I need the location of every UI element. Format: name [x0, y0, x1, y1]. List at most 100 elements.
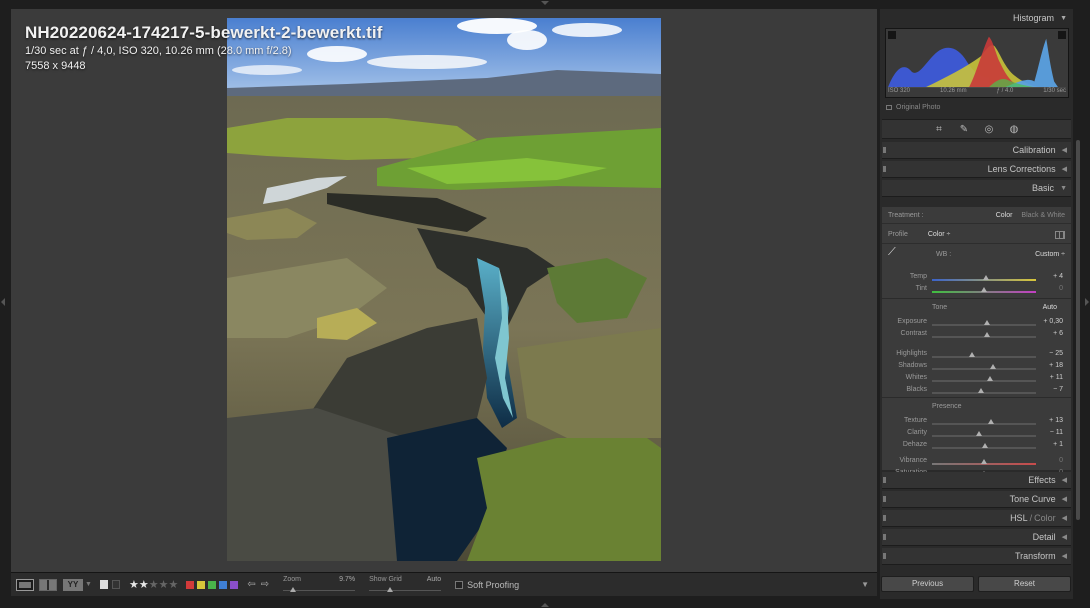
blacks-slider[interactable]: Blacks − 7 [882, 386, 1071, 398]
contrast-knob[interactable] [984, 332, 991, 337]
color-title[interactable]: Color [1034, 513, 1056, 523]
tint-knob[interactable] [981, 287, 987, 292]
shadow-clipping-icon[interactable] [888, 31, 896, 39]
profile-browser-icon[interactable] [1055, 230, 1065, 239]
histogram-header[interactable]: Histogram ▼ [880, 9, 1073, 27]
expand-triangle-icon[interactable]: ◀ [1062, 165, 1067, 173]
highlights-slider[interactable]: Highlights − 25 [882, 350, 1071, 362]
expand-triangle-icon[interactable]: ◀ [1062, 495, 1067, 503]
crop-icon[interactable]: ⌗ [934, 124, 945, 135]
section-toggle-icon[interactable] [883, 534, 886, 540]
section-toggle-icon[interactable] [883, 477, 886, 483]
contrast-value[interactable]: + 6 [1053, 330, 1063, 337]
panel-scrollbar[interactable] [1076, 140, 1080, 520]
exposure-value[interactable]: + 0,30 [1043, 318, 1063, 325]
whites-value[interactable]: + 11 [1050, 374, 1063, 381]
clarity-value[interactable]: − 11 [1050, 429, 1063, 436]
soft-proofing-checkbox[interactable] [455, 580, 464, 589]
shadows-slider[interactable]: Shadows + 18 [882, 362, 1071, 374]
red-eye-icon[interactable]: ◎ [984, 124, 995, 135]
star-icon[interactable]: ★ [129, 579, 139, 591]
flag-pick-icon[interactable] [99, 580, 108, 589]
treatment-bw[interactable]: Black & White [1021, 212, 1065, 219]
masking-icon[interactable]: ◍ [1009, 124, 1020, 135]
texture-track[interactable] [932, 423, 1036, 425]
section-toggle-icon[interactable] [883, 553, 886, 559]
whites-knob[interactable] [987, 376, 994, 381]
collapse-triangle-icon[interactable]: ▼ [1060, 15, 1067, 22]
zoom-slider[interactable]: Zoom 9.7% [283, 574, 356, 596]
section-toggle-icon[interactable] [883, 496, 886, 502]
highlight-clipping-icon[interactable] [1058, 31, 1066, 39]
show-grid-track[interactable] [369, 589, 442, 591]
section-toggle-icon[interactable] [883, 147, 886, 153]
expand-triangle-icon[interactable]: ◀ [1062, 552, 1067, 560]
highlights-track[interactable] [932, 356, 1036, 358]
color-label-swatch[interactable] [219, 580, 228, 589]
hsl-color-section[interactable]: HSL / Color ◀ [882, 510, 1071, 527]
expand-triangle-icon[interactable]: ◀ [1062, 514, 1067, 522]
image-view[interactable]: NH20220624-174217-5-bewerkt-2-bewerkt.ti… [11, 9, 877, 572]
show-grid-knob[interactable] [387, 586, 394, 592]
texture-value[interactable]: + 13 [1049, 417, 1063, 424]
wb-select[interactable]: Custom ÷ [1035, 251, 1065, 258]
hsl-title[interactable]: HSL [1010, 513, 1028, 523]
shadows-track[interactable] [932, 368, 1036, 370]
section-toggle-icon[interactable] [883, 166, 886, 172]
lens-corrections-section[interactable]: Lens Corrections ◀ [882, 161, 1071, 178]
temp-value[interactable]: + 4 [1053, 273, 1063, 280]
previous-button[interactable]: Previous [881, 576, 974, 592]
color-label-swatch[interactable] [186, 580, 195, 589]
blacks-knob[interactable] [977, 388, 984, 393]
zoom-knob[interactable] [289, 586, 296, 592]
bottom-panel-toggle-icon[interactable] [541, 603, 549, 607]
dehaze-value[interactable]: + 1 [1053, 441, 1063, 448]
effects-section[interactable]: Effects ◀ [882, 472, 1071, 489]
temp-knob[interactable] [983, 275, 990, 280]
top-panel-toggle-icon[interactable] [541, 1, 549, 5]
expand-triangle-icon[interactable]: ◀ [1062, 476, 1067, 484]
show-grid-value[interactable]: Auto [427, 576, 441, 583]
arrow-left-icon[interactable]: ⇦ [247, 579, 255, 590]
before-after-icon[interactable] [39, 578, 57, 591]
reset-button[interactable]: Reset [978, 576, 1071, 592]
tone-auto-button[interactable]: Auto [1043, 304, 1057, 311]
section-toggle-icon[interactable] [883, 515, 886, 521]
color-label-swatch[interactable] [208, 580, 217, 589]
healing-brush-icon[interactable]: ✎ [959, 124, 970, 135]
vibrance-slider[interactable]: Vibrance 0 [882, 457, 1071, 469]
tint-slider[interactable]: Tint 0 [882, 285, 1071, 297]
eyedropper-icon[interactable]: ⟋ [888, 246, 904, 262]
tint-value[interactable]: 0 [1059, 285, 1063, 292]
detail-section[interactable]: Detail ◀ [882, 529, 1071, 546]
transform-section[interactable]: Transform ◀ [882, 548, 1071, 565]
tone-curve-section[interactable]: Tone Curve ◀ [882, 491, 1071, 508]
loupe-view-icon[interactable] [16, 578, 34, 591]
photo-preview[interactable] [227, 18, 661, 561]
expand-triangle-icon[interactable]: ◀ [1062, 146, 1067, 154]
right-panel-toggle-icon[interactable] [1085, 298, 1089, 306]
color-label-swatch[interactable] [230, 580, 239, 589]
blacks-value[interactable]: − 7 [1053, 386, 1063, 393]
clarity-slider[interactable]: Clarity − 11 [882, 429, 1071, 441]
vibrance-knob[interactable] [981, 459, 987, 464]
expand-triangle-icon[interactable]: ◀ [1062, 533, 1067, 541]
calibration-section[interactable]: Calibration ◀ [882, 142, 1071, 159]
star-icon[interactable]: ★ [149, 579, 159, 591]
collapse-triangle-icon[interactable]: ▼ [1060, 185, 1067, 192]
chevron-down-icon[interactable]: ▼ [85, 581, 92, 588]
dehaze-knob[interactable] [982, 443, 989, 448]
toolbar-menu-chevron-icon[interactable]: ▼ [861, 580, 869, 589]
clarity-knob[interactable] [975, 431, 982, 436]
exposure-knob[interactable] [984, 320, 991, 325]
color-label-swatch[interactable] [197, 580, 206, 589]
highlights-knob[interactable] [968, 352, 975, 357]
whites-slider[interactable]: Whites + 11 [882, 374, 1071, 386]
whites-track[interactable] [932, 380, 1036, 382]
vibrance-value[interactable]: 0 [1059, 457, 1063, 464]
highlights-value[interactable]: − 25 [1049, 350, 1063, 357]
treatment-color[interactable]: Color [996, 212, 1013, 219]
shadows-knob[interactable] [990, 364, 997, 369]
original-photo-checkbox[interactable] [886, 105, 892, 110]
blacks-track[interactable] [932, 392, 1036, 394]
